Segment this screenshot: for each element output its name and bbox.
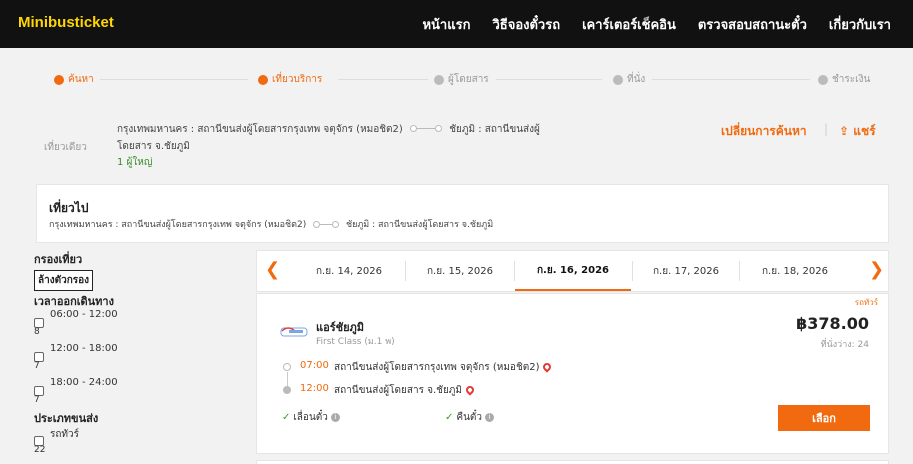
step-dot — [54, 74, 64, 85]
filter-vehicle-count: 22 — [34, 445, 46, 455]
step-payment: ชำระเงิน — [818, 72, 870, 87]
info-icon[interactable]: i — [485, 412, 495, 422]
ticket-price: ฿378.00 — [796, 314, 869, 333]
step-dot — [818, 74, 828, 85]
date-tab[interactable]: ก.ย. 15, 2026 — [408, 251, 512, 291]
filter-time-count-2: 7 — [34, 361, 40, 371]
departure-time: 07:00 — [300, 360, 329, 371]
change-search-link[interactable]: เปลี่ยนการค้นหา — [721, 122, 807, 141]
date-tab[interactable]: ก.ย. 14, 2026 — [297, 251, 401, 291]
chevron-right-icon[interactable]: ❯ — [869, 259, 884, 280]
step-dot — [258, 74, 268, 85]
step-connector — [496, 79, 602, 80]
check-icon: ✓ — [445, 412, 454, 423]
arrival-dot — [283, 386, 291, 394]
nav-home[interactable]: หน้าแรก — [422, 14, 470, 35]
filter-time-label-3: 18:00 - 24:00 — [50, 377, 118, 388]
nav-how-to-book[interactable]: วิธีจองตั๋วรถ — [492, 14, 560, 35]
step-trips: เที่ยวบริการ — [258, 72, 322, 87]
departure-station: สถานีขนส่งผู้โดยสารกรุงเทพ จตุจักร (หมอช… — [334, 360, 554, 375]
summary-route: กรุงเทพมหานคร : สถานีขนส่งผู้โดยสารกรุงเ… — [117, 122, 540, 137]
summary-from: กรุงเทพมหานคร : สถานีขนส่งผู้โดยสารกรุงเ… — [117, 124, 403, 135]
step-connector — [652, 79, 810, 80]
chevron-left-icon[interactable]: ❮ — [265, 259, 280, 280]
trip-result-card: รถทัวร์ แอร์ชัยภูมิ First Class (ม.1 พ) … — [256, 293, 889, 454]
filter-title: กรองเที่ยว — [34, 253, 83, 266]
vehicle-filter-title: ประเภทขนส่ง — [34, 412, 99, 425]
step-dot — [613, 74, 623, 85]
filter-time-count-1: 8 — [34, 327, 40, 337]
filter-time-label-2: 12:00 - 18:00 — [50, 343, 118, 354]
seat-class: First Class (ม.1 พ) — [316, 337, 395, 347]
check-icon: ✓ — [282, 412, 291, 423]
trip-type-label: เที่ยวเดียว — [44, 142, 87, 153]
departure-dot — [283, 363, 291, 371]
select-trip-button[interactable]: เลือก — [778, 405, 870, 431]
outbound-title: เที่ยวไป — [49, 201, 89, 215]
passenger-count: 1 ผู้ใหญ่ — [117, 157, 153, 168]
date-divider — [405, 261, 406, 281]
outbound-route: กรุงเทพมหานคร : สถานีขนส่งผู้โดยสารกรุงเ… — [49, 220, 494, 230]
departure-filter-title: เวลาออกเดินทาง — [34, 295, 114, 308]
summary-to: ชัยภูมิ : สถานีขนส่งผู้ — [449, 124, 540, 135]
next-result-card — [256, 460, 889, 464]
top-header: Minibusticket หน้าแรก วิธีจองตั๋วรถ เคาร… — [0, 0, 913, 48]
date-tab[interactable]: ก.ย. 17, 2026 — [634, 251, 738, 291]
filter-time-count-3: 7 — [34, 395, 40, 405]
arrival-station: สถานีขนส่งผู้โดยสาร จ.ชัยภูมิ — [334, 383, 476, 398]
policy-refund: ✓ คืนตั๋ว i — [445, 410, 495, 425]
step-passengers: ผู้โดยสาร — [434, 72, 489, 87]
date-selector: ❮ ก.ย. 14, 2026 ก.ย. 15, 2026 ก.ย. 16, 2… — [256, 250, 889, 292]
info-icon[interactable]: i — [330, 412, 340, 422]
nav-about[interactable]: เกี่ยวกับเรา — [829, 14, 891, 35]
step-search: ค้นหา — [54, 72, 94, 87]
step-dot — [434, 74, 444, 85]
map-pin-icon[interactable] — [541, 361, 554, 373]
date-divider — [632, 261, 633, 281]
route-connector-icon — [313, 220, 340, 229]
step-connector — [100, 79, 248, 80]
divider: | — [824, 122, 829, 136]
date-tab-selected[interactable]: ก.ย. 16, 2026 — [515, 251, 631, 291]
summary-to-cont: โดยสาร จ.ชัยภูมิ — [117, 141, 190, 152]
operator-logo-icon — [280, 327, 308, 337]
step-seats: ที่นั่ง — [613, 72, 645, 87]
search-summary: เที่ยวเดียว กรุงเทพมหานคร : สถานีขนส่งผู… — [0, 112, 913, 172]
outbound-trip-header: เที่ยวไป กรุงเทพมหานคร : สถานีขนส่งผู้โด… — [36, 184, 889, 243]
step-connector — [338, 79, 428, 80]
route-connector-icon — [410, 125, 443, 133]
nav-ticket-status[interactable]: ตรวจสอบสถานะตั๋ว — [698, 14, 807, 35]
arrival-time: 12:00 — [300, 383, 329, 394]
filter-vehicle-label: รถทัวร์ — [50, 429, 80, 440]
date-tab[interactable]: ก.ย. 18, 2026 — [743, 251, 847, 291]
clear-filters-button[interactable]: ล้างตัวกรอง — [34, 270, 94, 291]
share-button[interactable]: ⇪ แชร์ — [839, 122, 876, 141]
policy-change: ✓ เลื่อนตั๋ว i — [282, 410, 340, 425]
booking-steps: ค้นหา เที่ยวบริการ ผู้โดยสาร ที่นั่ง ชำร… — [0, 66, 913, 90]
nav-checkin-counter[interactable]: เคาร์เตอร์เช็คอิน — [582, 14, 676, 35]
share-icon: ⇪ — [839, 124, 854, 138]
vehicle-type-tag: รถทัวร์ — [854, 298, 878, 307]
seats-available: ที่นั่งว่าง: 24 — [820, 340, 869, 350]
site-logo[interactable]: Minibusticket — [18, 14, 114, 31]
filter-time-label-1: 06:00 - 12:00 — [50, 309, 118, 320]
map-pin-icon[interactable] — [464, 384, 476, 396]
main-nav: หน้าแรก วิธีจองตั๋วรถ เคาร์เตอร์เช็คอิน … — [422, 0, 913, 48]
date-divider — [739, 261, 740, 281]
